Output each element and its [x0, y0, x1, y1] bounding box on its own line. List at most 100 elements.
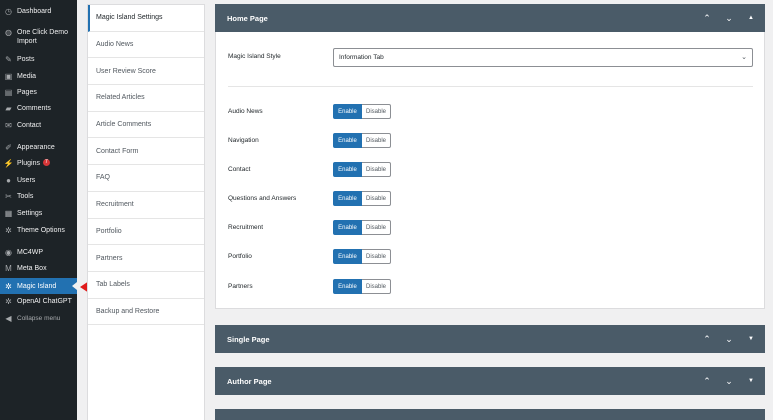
settings-tab[interactable]: Article Comments [88, 112, 204, 139]
collapse-toggle-icon[interactable]: ▲ [745, 15, 757, 21]
enable-button[interactable]: Enable [333, 279, 362, 294]
mc4wp-icon: ◉ [5, 248, 12, 257]
move-down-icon[interactable]: ⌄ [723, 13, 735, 24]
sidebar-item[interactable]: ▣ Media [0, 72, 77, 81]
panel-title: Author Page [227, 376, 272, 386]
option-label: Partners [228, 283, 253, 290]
option-label: Contact [228, 166, 251, 173]
disable-button[interactable]: Disable [362, 191, 391, 206]
sidebar-item-label: Appearance [17, 144, 55, 151]
disable-button[interactable]: Disable [362, 279, 391, 294]
panel-title: Single Page [227, 334, 270, 344]
move-up-icon[interactable]: ⌃ [701, 334, 713, 345]
disable-button[interactable]: Disable [362, 104, 391, 119]
sidebar-item[interactable]: ✲ Theme Options [0, 226, 77, 235]
admin-sidebar: ◷ Dashboard ◍ One Click Demo Import ✎ Posts ▣ M… [0, 0, 77, 420]
settings-tab[interactable]: Partners [88, 245, 204, 272]
move-up-icon[interactable]: ⌃ [701, 376, 713, 387]
gear-icon: ✲ [5, 297, 12, 306]
sidebar-item-label: Settings [17, 210, 43, 217]
sidebar-item[interactable]: ✎ Posts [0, 55, 77, 64]
media-icon: ▣ [4, 72, 13, 81]
enable-button[interactable]: Enable [333, 191, 362, 206]
enable-button[interactable]: Enable [333, 162, 362, 177]
users-icon: ● [6, 176, 11, 185]
enable-disable-toggle: Enable Disable [333, 104, 391, 119]
option-row: Partners Enable Disable [228, 279, 753, 294]
sidebar-item[interactable]: ✐ Appearance [0, 143, 77, 152]
home-page-panel-header[interactable]: Home Page ⌃ ⌄ ▲ [215, 4, 765, 32]
style-label: Magic Island Style [228, 53, 281, 60]
next-panel-header[interactable] [215, 409, 765, 420]
disable-button[interactable]: Disable [362, 162, 391, 177]
sidebar-item-label: Contact [17, 122, 42, 129]
settings-tab[interactable]: Recruitment [88, 192, 204, 219]
sidebar-item[interactable]: M Meta Box [0, 264, 77, 273]
author-page-panel-header[interactable]: Author Page ⌃ ⌄ ▼ [215, 367, 765, 395]
metabox-icon: M [5, 264, 12, 273]
sidebar-item[interactable]: ▤ Pages [0, 88, 77, 97]
collapse-icon: ◀ [5, 314, 12, 323]
style-select[interactable]: Information Tab ⌄ [333, 48, 753, 67]
mail-icon: ✉ [5, 121, 12, 130]
comments-icon: ▰ [5, 104, 12, 113]
enable-button[interactable]: Enable [333, 249, 362, 264]
settings-tab[interactable]: User Review Score [88, 58, 204, 86]
sidebar-item[interactable]: ◍ One Click Demo Import [0, 28, 77, 46]
settings-tab[interactable]: Contact Form [88, 138, 204, 166]
expand-toggle-icon[interactable]: ▼ [745, 336, 757, 342]
disable-button[interactable]: Disable [362, 249, 391, 264]
sidebar-item[interactable]: ✂ Tools [0, 192, 77, 201]
sidebar-item-label: Meta Box [17, 265, 47, 272]
panel-title: Home Page [227, 13, 268, 23]
chevron-down-icon: ⌄ [741, 54, 747, 61]
sidebar-item[interactable]: ✲ OpenAI ChatGPT [0, 297, 77, 306]
enable-button[interactable]: Enable [333, 220, 362, 235]
enable-disable-toggle: Enable Disable [333, 133, 391, 148]
option-label: Questions and Answers [228, 195, 297, 202]
disable-button[interactable]: Disable [362, 133, 391, 148]
sidebar-item[interactable]: ▰ Comments [0, 104, 77, 113]
enable-disable-toggle: Enable Disable [333, 220, 391, 235]
option-row: Recruitment Enable Disable [228, 220, 753, 235]
pages-icon: ▤ [4, 88, 13, 97]
brush-icon: ✐ [5, 143, 12, 152]
enable-button[interactable]: Enable [333, 104, 362, 119]
wrench-icon: ✂ [5, 192, 12, 201]
sidebar-item[interactable]: ◷ Dashboard [0, 7, 77, 16]
sidebar-item[interactable]: ◀ Collapse menu [0, 314, 77, 323]
settings-tab[interactable]: Portfolio [88, 219, 204, 246]
option-label: Portfolio [228, 253, 252, 260]
plugin-icon: ⚡ [3, 159, 14, 168]
expand-toggle-icon[interactable]: ▼ [745, 378, 757, 384]
settings-tabs: Magic Island Settings Audio News User Revi… [87, 4, 205, 420]
settings-tab[interactable]: Related Articles [88, 85, 204, 112]
option-row: Audio News Enable Disable [228, 104, 753, 119]
sidebar-item[interactable]: ◉ MC4WP [0, 248, 77, 257]
settings-tab[interactable]: Backup and Restore [88, 299, 204, 326]
settings-tab[interactable]: Tab Labels [88, 272, 204, 299]
settings-tab[interactable]: FAQ [88, 165, 204, 192]
gear-icon: ✲ [5, 281, 12, 291]
move-down-icon[interactable]: ⌄ [723, 376, 735, 387]
sidebar-item[interactable]: ✉ Contact [0, 121, 77, 130]
enable-button[interactable]: Enable [333, 133, 362, 148]
settings-tab[interactable]: Audio News [88, 32, 204, 59]
update-count-badge: 7 [42, 159, 50, 166]
option-row: Questions and Answers Enable Disable [228, 191, 753, 206]
disable-button[interactable]: Disable [362, 220, 391, 235]
enable-disable-toggle: Enable Disable [333, 249, 391, 264]
sidebar-item[interactable]: ⚡ Plugins 7 [0, 159, 77, 168]
option-label: Audio News [228, 108, 263, 115]
sidebar-item[interactable]: ▦ Settings [0, 209, 77, 218]
move-down-icon[interactable]: ⌄ [723, 334, 735, 345]
option-label: Navigation [228, 137, 259, 144]
single-page-panel-header[interactable]: Single Page ⌃ ⌄ ▼ [215, 325, 765, 353]
gear-icon: ✲ [5, 226, 12, 235]
sidebar-item[interactable]: ● Users [0, 176, 77, 185]
sidebar-item-label: Plugins [17, 160, 40, 167]
move-up-icon[interactable]: ⌃ [701, 13, 713, 24]
sidebar-item-label: MC4WP [17, 249, 44, 256]
settings-tab[interactable]: Magic Island Settings [88, 5, 204, 32]
sidebar-item[interactable]: ✲ Magic Island [0, 278, 77, 294]
